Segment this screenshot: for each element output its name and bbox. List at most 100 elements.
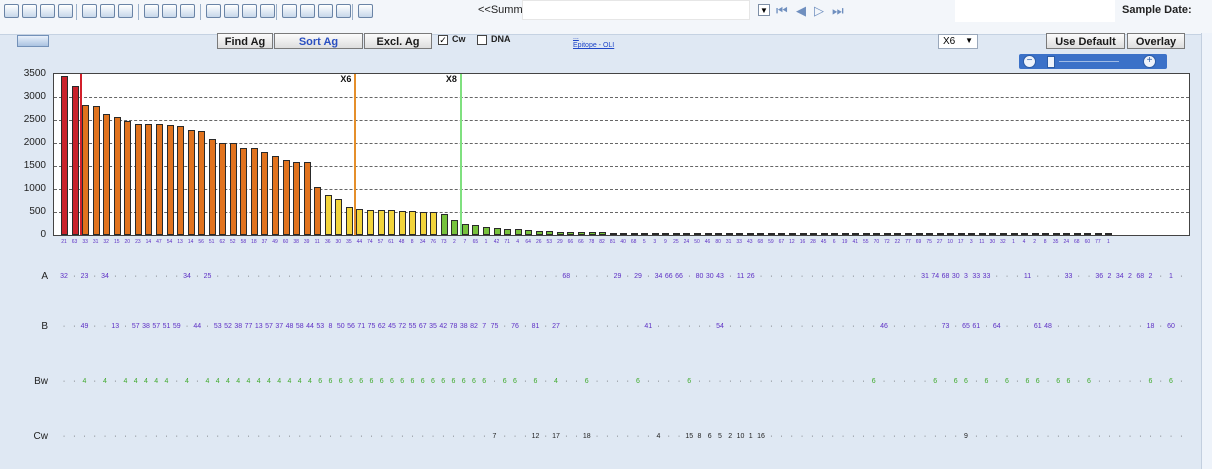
report-icon[interactable]	[100, 4, 115, 18]
locus-cell[interactable]: 6	[315, 375, 325, 389]
locus-cell[interactable]: ·	[69, 270, 79, 284]
locus-cell[interactable]: 33	[1064, 270, 1074, 284]
bar[interactable]	[704, 233, 712, 235]
bar[interactable]	[314, 186, 322, 235]
bar[interactable]	[651, 233, 659, 235]
locus-cell[interactable]: 16	[756, 430, 766, 444]
import-icon[interactable]	[300, 4, 315, 18]
locus-cell[interactable]: ·	[971, 375, 981, 389]
locus-cell[interactable]: ·	[602, 430, 612, 444]
locus-cell[interactable]: ·	[244, 430, 254, 444]
locus-cell[interactable]: 44	[192, 320, 202, 334]
locus-cell[interactable]: ·	[203, 320, 213, 334]
locus-cell[interactable]: ·	[1053, 320, 1063, 334]
locus-cell[interactable]: ·	[1166, 430, 1176, 444]
locus-cell[interactable]: ·	[1156, 375, 1166, 389]
locus-cell[interactable]: 7	[479, 320, 489, 334]
locus-cell[interactable]: ·	[623, 270, 633, 284]
locus-cell[interactable]: ·	[766, 430, 776, 444]
locus-cell[interactable]: ·	[90, 320, 100, 334]
locus-cell[interactable]: ·	[336, 270, 346, 284]
locus-cell[interactable]: ·	[766, 375, 776, 389]
print-icon[interactable]	[22, 4, 37, 18]
locus-cell[interactable]: 54	[715, 320, 725, 334]
bar[interactable]	[229, 142, 237, 235]
locus-cell[interactable]: ·	[807, 375, 817, 389]
locus-cell[interactable]: ·	[356, 430, 366, 444]
locus-cell[interactable]: ·	[438, 430, 448, 444]
locus-cell[interactable]: 61	[1033, 320, 1043, 334]
locus-cell[interactable]: ·	[674, 430, 684, 444]
search-icon[interactable]	[82, 4, 97, 18]
bar[interactable]	[430, 212, 438, 235]
bar[interactable]	[683, 233, 691, 235]
dna-checkbox[interactable]	[477, 35, 487, 45]
locus-cell[interactable]: 77	[244, 320, 254, 334]
locus-cell[interactable]: ·	[1176, 270, 1186, 284]
locus-cell[interactable]: ·	[889, 430, 899, 444]
locus-cell[interactable]: ·	[756, 270, 766, 284]
locus-cell[interactable]: 55	[408, 320, 418, 334]
bar[interactable]	[261, 151, 269, 235]
bar[interactable]	[926, 233, 934, 235]
locus-cell[interactable]: ·	[305, 430, 315, 444]
locus-cell[interactable]: ·	[910, 320, 920, 334]
bar[interactable]	[282, 160, 290, 235]
locus-cell[interactable]: ·	[223, 430, 233, 444]
locus-cell[interactable]: ·	[1012, 430, 1022, 444]
locus-cell[interactable]: 57	[264, 320, 274, 334]
locus-cell[interactable]: 29	[633, 270, 643, 284]
locus-cell[interactable]: ·	[602, 320, 612, 334]
locus-cell[interactable]: ·	[561, 430, 571, 444]
locus-cell[interactable]: ·	[428, 270, 438, 284]
locus-cell[interactable]: ·	[971, 430, 981, 444]
locus-cell[interactable]: ·	[838, 430, 848, 444]
locus-cell[interactable]: ·	[828, 375, 838, 389]
locus-cell[interactable]: 4	[141, 375, 151, 389]
locus-cell[interactable]: 61	[971, 320, 981, 334]
threshold-marker[interactable]	[80, 74, 83, 235]
locus-cell[interactable]: ·	[838, 270, 848, 284]
bar[interactable]	[672, 233, 680, 235]
locus-cell[interactable]: ·	[141, 430, 151, 444]
bar[interactable]	[725, 233, 733, 235]
locus-cell[interactable]: ·	[1105, 320, 1115, 334]
locus-cell[interactable]: ·	[1125, 320, 1135, 334]
bar[interactable]	[1073, 233, 1081, 235]
locus-cell[interactable]: ·	[295, 270, 305, 284]
locus-cell[interactable]: 6	[510, 375, 520, 389]
bar[interactable]	[799, 233, 807, 235]
locus-cell[interactable]: 6	[1053, 375, 1063, 389]
locus-cell[interactable]: 7	[490, 430, 500, 444]
locus-cell[interactable]: ·	[715, 375, 725, 389]
locus-cell[interactable]: ·	[387, 270, 397, 284]
locus-cell[interactable]: 6	[1064, 375, 1074, 389]
bar[interactable]	[1063, 233, 1071, 235]
locus-cell[interactable]: ·	[879, 375, 889, 389]
locus-cell[interactable]: ·	[725, 320, 735, 334]
locus-cell[interactable]: 6	[428, 375, 438, 389]
locus-cell[interactable]: 50	[336, 320, 346, 334]
bar[interactable]	[1021, 233, 1029, 235]
locus-cell[interactable]: ·	[551, 270, 561, 284]
locus-cell[interactable]: 51	[162, 320, 172, 334]
locus-cell[interactable]: 74	[930, 270, 940, 284]
locus-cell[interactable]: 6	[387, 375, 397, 389]
locus-cell[interactable]: 45	[387, 320, 397, 334]
bar[interactable]	[451, 220, 459, 235]
locus-cell[interactable]: 67	[418, 320, 428, 334]
locus-cell[interactable]: ·	[920, 430, 930, 444]
bar[interactable]	[957, 233, 965, 235]
locus-cell[interactable]: 34	[182, 270, 192, 284]
bar[interactable]	[345, 207, 353, 235]
locus-cell[interactable]: ·	[264, 270, 274, 284]
locus-cell[interactable]: ·	[859, 375, 869, 389]
locus-cell[interactable]: ·	[490, 375, 500, 389]
locus-cell[interactable]: 6	[449, 375, 459, 389]
locus-cell[interactable]: ·	[367, 430, 377, 444]
bar[interactable]	[1042, 233, 1050, 235]
locus-cell[interactable]: ·	[848, 270, 858, 284]
locus-cell[interactable]: ·	[1094, 320, 1104, 334]
locus-cell[interactable]: ·	[428, 430, 438, 444]
locus-cell[interactable]: 6	[459, 375, 469, 389]
